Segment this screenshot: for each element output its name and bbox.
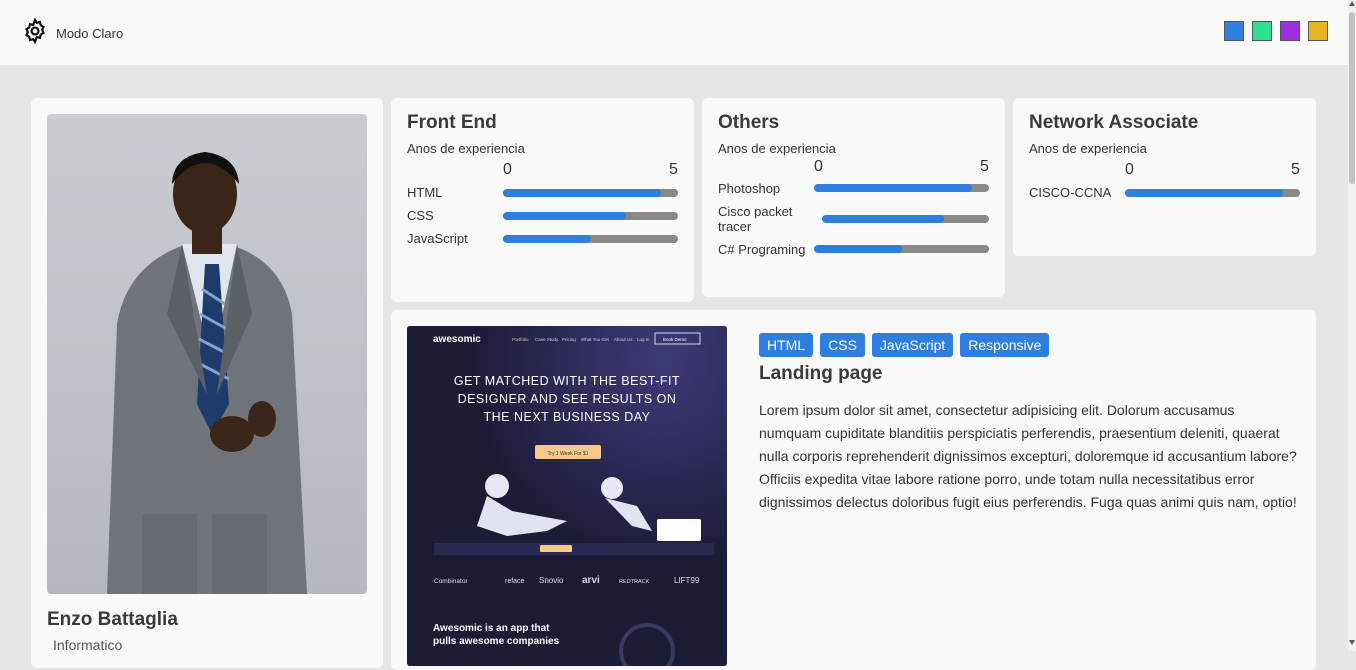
- gear-icon: [22, 17, 48, 49]
- scale-max-label: 5: [669, 161, 678, 178]
- mock-footer-text: Awesomic is an app that: [433, 623, 550, 634]
- mock-logo: arvi: [582, 575, 600, 586]
- scroll-down-arrow-icon[interactable]: [1349, 640, 1355, 645]
- skill-card-subtitle: Anos de experiencia: [718, 141, 836, 156]
- mock-nav-item: Portfolio: [512, 337, 529, 342]
- mock-logo: reface: [505, 578, 525, 585]
- mock-brand: awesomic: [433, 334, 481, 345]
- scroll-thumb[interactable]: [1349, 12, 1355, 184]
- skill-bar-fill: [822, 215, 944, 223]
- skill-card-others: Others Anos de experiencia 0 5 Photoshop…: [702, 98, 1005, 297]
- skill-name: C# Programing: [718, 242, 806, 257]
- mock-nav-item: About Us: [614, 337, 633, 342]
- profile-photo: [47, 114, 367, 594]
- theme-toggle-label: Modo Claro: [56, 26, 124, 41]
- color-swatch-2[interactable]: [1252, 21, 1272, 41]
- skill-bar-fill: [814, 184, 972, 192]
- skill-name: Cisco packet tracer: [718, 204, 793, 234]
- profile-card: Enzo Battaglia Informatico: [31, 98, 383, 668]
- skill-bar: [503, 189, 678, 197]
- mock-headline: GET MATCHED WITH THE BEST-FIT: [454, 374, 680, 388]
- mock-footer-text: pulls awesome companies: [433, 636, 560, 647]
- skill-card-network-associate: Network Associate Anos de experiencia 0 …: [1013, 98, 1316, 256]
- scale-min-label: 0: [1125, 161, 1134, 178]
- profile-name: Enzo Battaglia: [47, 609, 178, 630]
- mock-nav-item: Case Study: [535, 337, 559, 342]
- scale-max-label: 5: [980, 158, 989, 175]
- mock-headline: DESIGNER AND SEE RESULTS ON: [458, 392, 677, 406]
- mock-logo: REDTRACK: [619, 579, 650, 585]
- skill-name: CSS: [407, 208, 434, 223]
- color-swatch-4[interactable]: [1308, 21, 1328, 41]
- skill-card-title: Front End: [407, 112, 497, 133]
- scale-min-label: 0: [503, 161, 512, 178]
- skill-bar-fill: [503, 189, 661, 197]
- project-screenshot[interactable]: awesomic Portfolio Case Study Pricing Wh…: [407, 326, 727, 666]
- project-card: awesomic Portfolio Case Study Pricing Wh…: [391, 310, 1316, 670]
- scroll-up-arrow-icon[interactable]: [1349, 1, 1355, 6]
- skill-bar-fill: [814, 245, 902, 253]
- skill-bar-fill: [1125, 189, 1283, 197]
- skill-name: CISCO-CCNA: [1029, 185, 1112, 200]
- scale-min-label: 0: [814, 158, 823, 175]
- skill-card-front-end: Front End Anos de experiencia 0 5 HTML C…: [391, 98, 694, 302]
- tag-css[interactable]: CSS: [820, 333, 865, 357]
- mock-nav-item: Pricing: [562, 337, 576, 342]
- skill-bar: [822, 215, 989, 223]
- skill-name: JavaScript: [407, 231, 468, 246]
- skill-bar-fill: [503, 235, 591, 243]
- scale-max-label: 5: [1291, 161, 1300, 178]
- tag-responsive[interactable]: Responsive: [960, 333, 1050, 357]
- mock-nav-button: Book Demo: [663, 337, 687, 342]
- skill-card-title: Network Associate: [1029, 112, 1199, 133]
- skill-bar: [814, 245, 989, 253]
- skill-bar-fill: [503, 212, 626, 220]
- skill-card-subtitle: Anos de experiencia: [1029, 141, 1147, 156]
- color-swatch-1[interactable]: [1224, 21, 1244, 41]
- tag-html[interactable]: HTML: [759, 333, 814, 357]
- skill-bar: [503, 212, 678, 220]
- theme-toggle[interactable]: Modo Claro: [22, 17, 124, 49]
- mock-logo: LIFT99: [674, 576, 700, 585]
- skill-bar: [1125, 189, 1300, 197]
- top-bar: Modo Claro: [0, 0, 1348, 65]
- skill-bar: [814, 184, 989, 192]
- skill-name: Photoshop: [718, 181, 781, 196]
- color-swatch-3[interactable]: [1280, 21, 1300, 41]
- color-swatches: [1224, 21, 1336, 41]
- tag-javascript[interactable]: JavaScript: [871, 333, 954, 357]
- mock-nav-item: What You Get: [581, 337, 610, 342]
- skill-bar: [503, 235, 678, 243]
- project-description: Lorem ipsum dolor sit amet, consectetur …: [759, 402, 1297, 510]
- mock-headline: THE NEXT BUSINESS DAY: [483, 410, 650, 424]
- project-tags: HTML CSS JavaScript Responsive: [759, 333, 1056, 357]
- page-scrollbar[interactable]: [1348, 0, 1356, 651]
- mock-logo: Snovio: [539, 576, 564, 585]
- mock-cta: Try 1 Week For $1: [547, 451, 588, 457]
- skill-card-subtitle: Anos de experiencia: [407, 141, 525, 156]
- skill-name: HTML: [407, 185, 443, 200]
- project-title: Landing page: [759, 363, 883, 384]
- mock-logo: Combinator: [434, 578, 468, 585]
- mock-nav-item: Log In: [637, 337, 650, 342]
- skill-card-title: Others: [718, 112, 780, 133]
